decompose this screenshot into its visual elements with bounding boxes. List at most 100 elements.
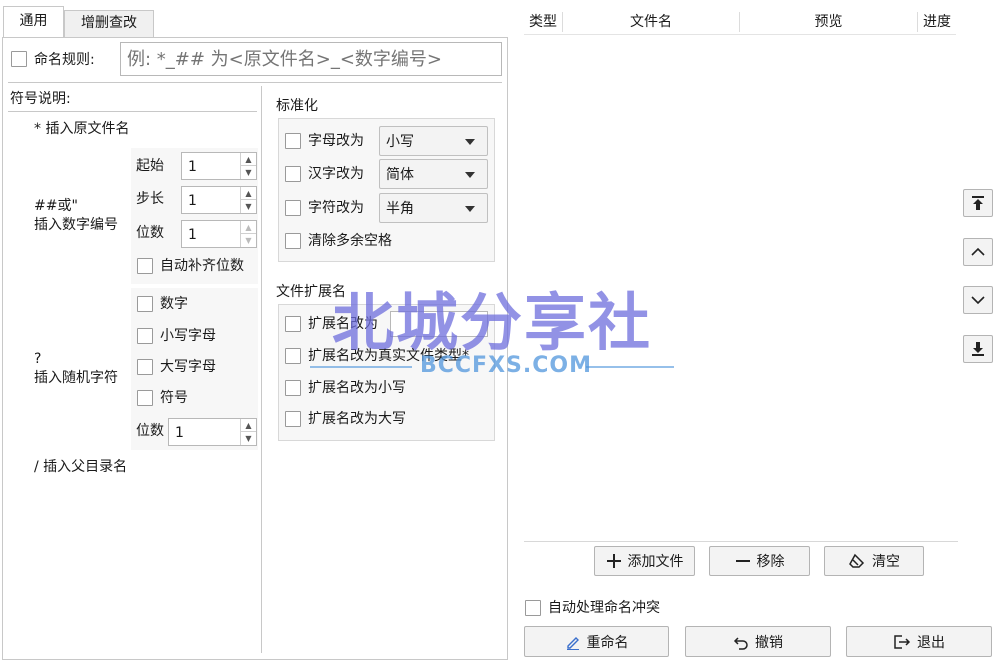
ext-upper-label: 扩展名改为大写 [308, 411, 406, 427]
watermark-url: BCCFXS.COM [420, 353, 592, 378]
add-file-label: 添加文件 [627, 554, 684, 570]
exit-button[interactable]: 退出 [846, 626, 992, 657]
ext-change-checkbox[interactable] [285, 316, 301, 332]
naming-rule-input[interactable] [120, 42, 502, 76]
undo-button[interactable]: 撤销 [685, 626, 831, 657]
undo-icon [733, 636, 748, 650]
chars-select[interactable]: 半角 [379, 193, 488, 223]
clear-label: 清空 [872, 554, 900, 570]
watermark-logo: 北城分享社 [332, 286, 653, 359]
move-top-icon [972, 196, 984, 210]
random-length-up-icon[interactable]: ▲ [240, 419, 256, 432]
tab-crud[interactable]: 增删查改 [64, 10, 154, 37]
col-filename[interactable]: 文件名 [563, 10, 739, 34]
auto-conflict-checkbox[interactable] [525, 600, 541, 616]
auto-pad-checkbox[interactable] [137, 258, 153, 274]
step-label: 步长 [136, 191, 164, 207]
col-type[interactable]: 类型 [524, 10, 562, 34]
clear-button[interactable]: 清空 [824, 546, 924, 576]
tab-crud-label: 增删查改 [81, 15, 137, 31]
table-bottom-line [524, 541, 958, 542]
move-top-button[interactable] [963, 189, 993, 217]
random-lowercase-label: 小写字母 [160, 328, 216, 344]
clear-spaces-label: 清除多余空格 [308, 233, 392, 249]
symbol-number-desc: 插入数字编号 [34, 217, 118, 233]
random-length-value: 1 [175, 425, 184, 441]
ext-lower-checkbox[interactable] [285, 380, 301, 396]
digits-stepper[interactable]: 1 ▲ ▼ [181, 220, 257, 248]
exit-label: 退出 [917, 634, 945, 651]
start-value: 1 [188, 159, 197, 175]
normalize-title: 标准化 [276, 98, 318, 114]
auto-conflict-label: 自动处理命名冲突 [548, 600, 660, 616]
random-digits-checkbox[interactable] [137, 296, 153, 312]
pencil-icon [566, 636, 579, 650]
digits-up-icon[interactable]: ▲ [240, 221, 256, 234]
start-label: 起始 [136, 158, 164, 174]
random-length-stepper[interactable]: 1 ▲ ▼ [168, 418, 257, 446]
remove-button[interactable]: 移除 [709, 546, 810, 576]
add-file-button[interactable]: 添加文件 [594, 546, 695, 576]
chevron-down-icon [465, 206, 475, 212]
move-up-button[interactable] [963, 238, 993, 266]
ext-upper-checkbox[interactable] [285, 411, 301, 427]
letters-checkbox[interactable] [285, 133, 301, 149]
symbol-parent-dir: / 插入父目录名 [34, 459, 128, 475]
chars-checkbox[interactable] [285, 200, 301, 216]
chinese-checkbox[interactable] [285, 166, 301, 182]
letters-select[interactable]: 小写 [379, 126, 488, 156]
minus-icon [735, 560, 750, 562]
random-symbols-checkbox[interactable] [137, 390, 153, 406]
remove-label: 移除 [756, 554, 785, 570]
symbol-original-name: * 插入原文件名 [34, 121, 130, 137]
col-progress[interactable]: 进度 [918, 10, 956, 34]
file-table[interactable] [524, 10, 956, 540]
move-bottom-icon [972, 342, 984, 356]
chinese-label: 汉字改为 [308, 166, 364, 182]
exit-icon [894, 634, 911, 649]
rename-label: 重命名 [586, 634, 629, 651]
clear-spaces-checkbox[interactable] [285, 233, 301, 249]
chinese-select[interactable]: 简体 [379, 159, 488, 189]
start-up-icon[interactable]: ▲ [240, 153, 256, 166]
chars-select-value: 半角 [386, 201, 414, 217]
step-down-icon[interactable]: ▼ [240, 200, 256, 213]
chinese-select-value: 简体 [386, 167, 414, 183]
symbol-random: ? [34, 351, 42, 367]
move-bottom-button[interactable] [963, 335, 993, 363]
move-down-button[interactable] [963, 286, 993, 314]
digits-value: 1 [188, 227, 197, 243]
move-down-icon [971, 296, 985, 305]
start-stepper[interactable]: 1 ▲ ▼ [181, 152, 257, 180]
rename-button[interactable]: 重命名 [524, 626, 669, 657]
symbol-random-desc: 插入随机字符 [34, 370, 118, 386]
naming-divider [8, 82, 502, 83]
random-symbols-label: 符号 [160, 390, 188, 406]
digits-down-icon[interactable]: ▼ [240, 234, 256, 247]
watermark-line-right [586, 366, 674, 368]
col-preview[interactable]: 预览 [740, 10, 917, 34]
random-lowercase-checkbox[interactable] [137, 328, 153, 344]
random-length-down-icon[interactable]: ▼ [240, 432, 256, 445]
random-uppercase-label: 大写字母 [160, 359, 216, 375]
digits-label: 位数 [136, 225, 164, 241]
ext-real-type-checkbox[interactable] [285, 348, 301, 364]
letters-label: 字母改为 [308, 133, 364, 149]
watermark-line-left [310, 366, 412, 368]
step-up-icon[interactable]: ▲ [240, 187, 256, 200]
tab-general[interactable]: 通用 [3, 6, 64, 37]
chevron-down-icon [465, 172, 475, 178]
column-divider [261, 86, 262, 653]
ext-lower-label: 扩展名改为小写 [308, 380, 406, 396]
step-value: 1 [188, 193, 197, 209]
random-uppercase-checkbox[interactable] [137, 359, 153, 375]
undo-label: 撤销 [755, 634, 783, 651]
naming-rule-label: 命名规则: [34, 52, 95, 68]
random-digits-label: 数字 [160, 296, 188, 312]
start-down-icon[interactable]: ▼ [240, 166, 256, 179]
naming-rule-checkbox[interactable] [11, 51, 27, 67]
tab-general-label: 通用 [19, 13, 48, 29]
move-up-icon [971, 247, 985, 256]
step-stepper[interactable]: 1 ▲ ▼ [181, 186, 257, 214]
chars-label: 字符改为 [308, 200, 364, 216]
